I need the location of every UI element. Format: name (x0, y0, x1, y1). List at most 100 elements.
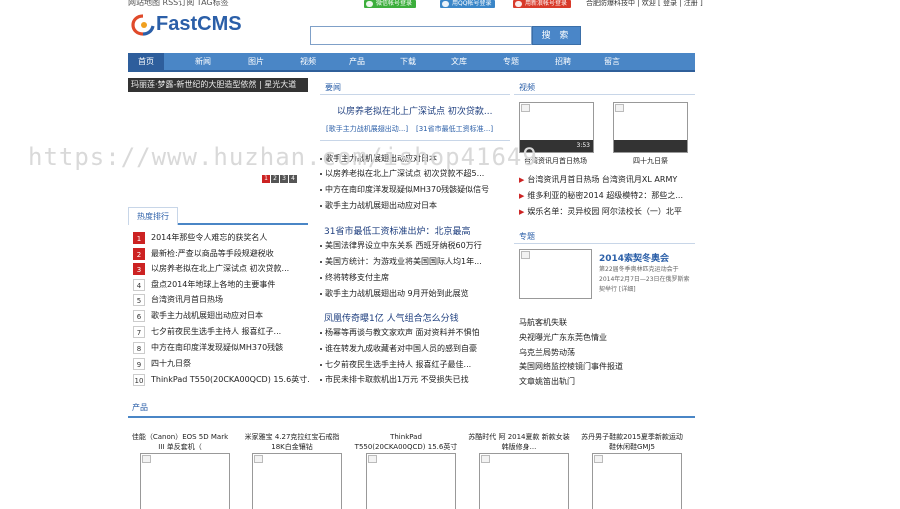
rank-item[interactable]: 3 以房养老拟在北上广深试点 初次贷款... (133, 262, 309, 276)
slider-page-2[interactable]: 2 (271, 175, 279, 183)
special-link[interactable]: 马航客机失联 (519, 317, 567, 328)
main-nav: 首页 新闻 图片 视频 产品 下载 文库 专题 招聘 留言 (128, 53, 695, 72)
rank-title[interactable]: ThinkPad T550(20CKA00QCD) 15.6英寸... (151, 373, 309, 387)
rank-title[interactable]: 台湾资讯月首日热场 (151, 293, 223, 307)
rank-item[interactable]: 10 ThinkPad T550(20CKA00QCD) 15.6英寸... (133, 373, 309, 387)
broken-image-icon (254, 455, 263, 463)
rank-item[interactable]: 2 最新检:严查以商品等手段规避税收 (133, 247, 309, 261)
nav-downloads[interactable]: 下载 (390, 53, 426, 70)
special-link[interactable]: 乌克兰局势动荡 (519, 347, 575, 358)
product-image[interactable] (479, 453, 569, 509)
news-sub-link[interactable]: [歌手主力战机展翅出动...] (326, 124, 408, 134)
search-input[interactable] (310, 26, 532, 45)
divider (514, 243, 695, 244)
video-link[interactable]: ▶ 维多利亚的秘密2014 超级模特2：那些之... (519, 190, 683, 201)
video-caption[interactable]: 四十九日祭 (633, 156, 668, 166)
rank-item[interactable]: 5 台湾资讯月首日热场 (133, 293, 309, 307)
news-sub-link[interactable]: [31省市最低工资标准...] (416, 124, 493, 134)
video-link[interactable]: ▶ 台湾资讯月首日热场 台湾资讯月XL ARMY (519, 174, 677, 185)
special-link[interactable]: 文章姚笛出轨门 (519, 376, 575, 387)
news-headline-3[interactable]: 凤凰传奇曝1亿 人气组合怎么分钱 (324, 311, 459, 324)
nav-home[interactable]: 首页 (128, 53, 164, 70)
rank-title[interactable]: 最新检:严查以商品等手段规避税收 (151, 247, 274, 261)
nav-guestbook[interactable]: 留言 (594, 53, 630, 70)
user-links[interactable]: 合肥防爆科技中 | 欢迎 [ 登录 | 注册 ] (586, 0, 703, 8)
product-name[interactable]: 苏酷时代 阿 2014夏款 新款女装 韩版修身... (467, 432, 571, 454)
rank-item[interactable]: 4 盘点2014年地球上各地的主要事件 (133, 278, 309, 292)
rank-number: 2 (133, 248, 145, 260)
news-item[interactable]: 谁在转发九成收藏者对中国人员的感到自豪 (320, 343, 500, 354)
rank-item[interactable]: 7 七夕前夜民生选手主持人 报喜红子... (133, 325, 309, 339)
product-name[interactable]: ThinkPad T550(20CKA00QCD) 15.6英寸笔记本 (354, 432, 458, 454)
rank-title[interactable]: 盘点2014年地球上各地的主要事件 (151, 278, 275, 292)
site-links[interactable]: 网站地图 RSS订阅 TAG标签 (128, 0, 229, 8)
news-headline-2[interactable]: 31省市最低工资标准出炉：北京最高 (324, 224, 470, 237)
slider-page-3[interactable]: 3 (280, 175, 288, 183)
broken-image-icon (521, 251, 530, 259)
product-image[interactable] (140, 453, 230, 509)
product-name[interactable]: 佳能（Canon）EOS 5D Mark III 单反套机（ (128, 432, 232, 454)
product-image[interactable] (366, 453, 456, 509)
broken-image-icon (521, 104, 530, 112)
news-item[interactable]: 歌手主力战机展翅出动 9月开始到此展览 (320, 288, 500, 299)
rank-title[interactable]: 四十九日祭 (151, 357, 191, 371)
rank-item[interactable]: 8 中方在南印度洋发现疑似MH370残骸 (133, 341, 309, 355)
products-header: 产品 (128, 400, 695, 418)
weibo-login-button[interactable]: 用新浪帐号登录 (513, 0, 572, 8)
divider (320, 94, 510, 95)
news-item[interactable]: 歌手主力战机展翅出动应对日本 (320, 200, 500, 211)
news-item[interactable]: 中方在南印度洋发现疑似MH370残骸疑似信号 (320, 184, 500, 195)
search-button[interactable]: 搜 索 (532, 26, 581, 45)
product-image[interactable] (592, 453, 682, 509)
rank-item[interactable]: 9 四十九日祭 (133, 357, 309, 371)
rank-title[interactable]: 中方在南印度洋发现疑似MH370残骸 (151, 341, 283, 355)
broken-image-icon (594, 455, 603, 463)
slider-caption[interactable]: 玛丽莲·梦露-新世纪的大胆造型依然 | 星光大道 (128, 78, 308, 92)
nav-news[interactable]: 新闻 (185, 53, 221, 70)
news-item[interactable]: 杨幂等再谈与教文家欢声 面对资料并不惧怕 (320, 327, 500, 338)
rank-number: 5 (133, 294, 145, 306)
top-bar: 网站地图 RSS订阅 TAG标签 微信帐号登录 用QQ帐号登录 用新浪帐号登录 … (0, 0, 900, 10)
news-item[interactable]: 终将转移支付主席 (320, 272, 500, 283)
nav-products[interactable]: 产品 (339, 53, 375, 70)
rank-item[interactable]: 6 歌手主力战机展翅出动应对日本 (133, 309, 309, 323)
nav-images[interactable]: 图片 (238, 53, 274, 70)
broken-image-icon (142, 455, 151, 463)
qq-login-button[interactable]: 用QQ帐号登录 (440, 0, 496, 8)
special-link[interactable]: 美国网络监控棱镜门事件报道 (519, 361, 623, 372)
rank-title[interactable]: 以房养老拟在北上广深试点 初次贷款... (151, 262, 289, 276)
rank-tab[interactable]: 热度排行 (128, 207, 178, 225)
rank-item[interactable]: 1 2014年那些令人难忘的获奖名人 (133, 231, 309, 245)
wechat-login-button[interactable]: 微信帐号登录 (364, 0, 417, 8)
special-link[interactable]: 央视曝光广东东莞色情业 (519, 332, 607, 343)
site-logo[interactable]: FastCMS (131, 13, 301, 41)
video-link[interactable]: ▶ 娱乐名单：灵异校园 阿尔法校长（一）北平 (519, 206, 682, 217)
news-item[interactable]: 七夕前夜民生选手主持人 报喜红子最佳... (320, 359, 500, 370)
special-feature-title[interactable]: 2014索契冬奥会 (599, 251, 669, 264)
special-feature-desc: 第22届冬季奥林匹克运动会于2014年2月7日—23日在俄罗斯索契举行 [详细] (599, 266, 690, 293)
news-headline[interactable]: 以房养老拟在北上广深试点 初次贷款... (337, 104, 492, 117)
product-name[interactable]: 米家雅宝 4.27克拉红宝石戒指 18K白金镶钻 (240, 432, 344, 454)
video-thumbnail[interactable] (613, 102, 688, 153)
rank-number: 4 (133, 279, 145, 291)
rank-title[interactable]: 2014年那些令人难忘的获奖名人 (151, 231, 267, 245)
rank-title[interactable]: 七夕前夜民生选手主持人 报喜红子... (151, 325, 281, 339)
product-name[interactable]: 苏丹男子鞋款2015夏季新款运动鞋休闲鞋GMJ5 (580, 432, 684, 454)
news-item[interactable]: 市民未排卡取款机出1万元 不受损失已找 (320, 374, 500, 385)
divider (320, 140, 510, 141)
rank-number: 7 (133, 326, 145, 338)
special-section-title: 专题 (519, 232, 535, 241)
rank-header: 热度排行 (128, 207, 308, 225)
nav-topics[interactable]: 专题 (493, 53, 529, 70)
special-thumbnail[interactable] (519, 249, 592, 299)
image-slider[interactable]: 玛丽莲·梦露-新世纪的大胆造型依然 | 星光大道 1234 (128, 78, 308, 188)
news-item[interactable]: 美国法律界设立中东关系 西班牙纳税60万行 (320, 240, 500, 251)
product-image[interactable] (252, 453, 342, 509)
slider-page-4[interactable]: 4 (289, 175, 297, 183)
slider-page-1[interactable]: 1 (262, 175, 270, 183)
nav-videos[interactable]: 视频 (290, 53, 326, 70)
nav-library[interactable]: 文库 (441, 53, 477, 70)
news-item[interactable]: 美国方统计：为游戏业将美国国际人均1年... (320, 256, 500, 267)
nav-jobs[interactable]: 招聘 (545, 53, 581, 70)
rank-title[interactable]: 歌手主力战机展翅出动应对日本 (151, 309, 263, 323)
